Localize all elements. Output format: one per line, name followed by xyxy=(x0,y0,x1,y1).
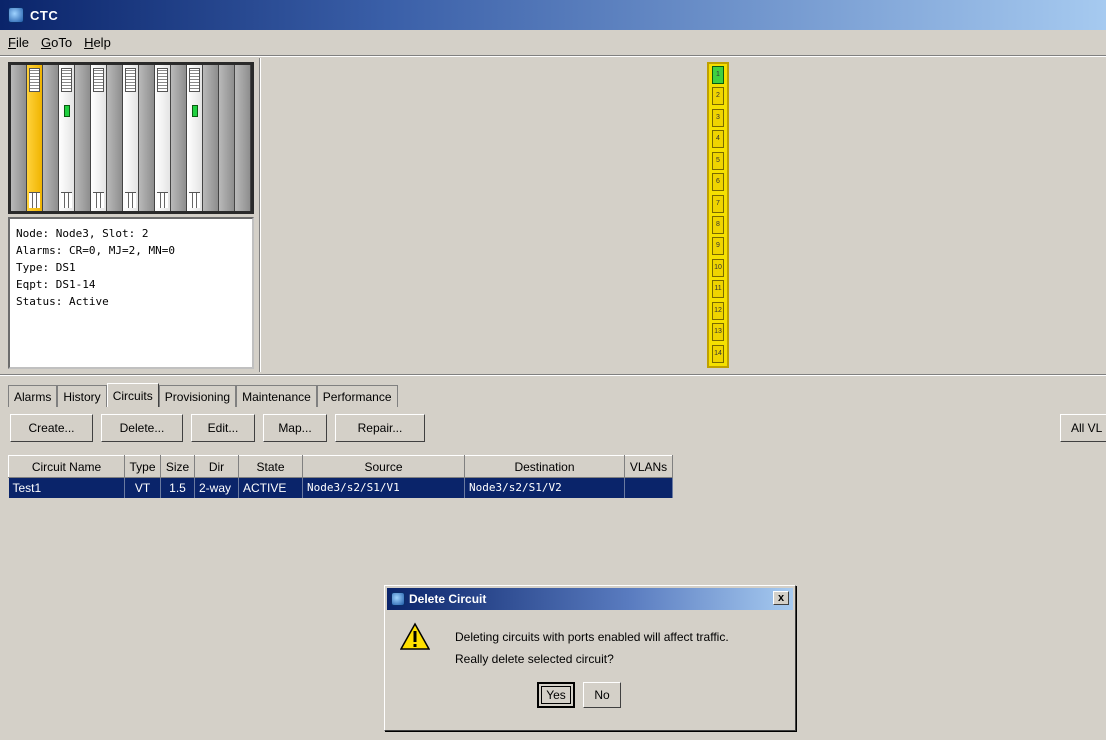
pane-splitter-vertical[interactable] xyxy=(259,58,261,372)
column-header-vlans[interactable]: VLANs xyxy=(624,455,673,478)
column-header-circuit-name[interactable]: Circuit Name xyxy=(8,455,125,478)
info-status: Status: Active xyxy=(16,295,109,308)
port-1[interactable]: 1 xyxy=(712,66,724,84)
shelf-slot-7[interactable] xyxy=(107,65,123,211)
port-4[interactable]: 4 xyxy=(712,130,724,149)
shelf-slot-3[interactable] xyxy=(43,65,59,211)
node-shelf-view xyxy=(8,62,254,214)
status-led-icon xyxy=(191,105,198,117)
port-10[interactable]: 10 xyxy=(712,258,724,277)
menu-goto[interactable]: GoTo xyxy=(41,35,72,50)
cell-vlans xyxy=(624,477,673,498)
map-button[interactable]: Map... xyxy=(263,414,327,442)
shelf-slot-4[interactable] xyxy=(59,65,75,211)
column-header-type[interactable]: Type xyxy=(124,455,161,478)
ctc-app-icon xyxy=(391,592,405,606)
cell-dir: 2-way xyxy=(194,477,239,498)
node-info-panel: Node: Node3, Slot: 2 Alarms: CR=0, MJ=2,… xyxy=(8,217,254,369)
port-7[interactable]: 7 xyxy=(712,194,724,213)
cell-destination: Node3/s2/S1/V2 xyxy=(464,477,625,498)
info-alarms: Alarms: CR=0, MJ=2, MN=0 xyxy=(16,244,175,257)
port-14[interactable]: 14 xyxy=(712,344,724,363)
shelf-slot-8[interactable] xyxy=(123,65,139,211)
create-button[interactable]: Create... xyxy=(10,414,93,442)
circuits-table: Circuit Name Type Size Dir State Source … xyxy=(8,455,673,498)
dialog-title: Delete Circuit xyxy=(409,592,487,606)
status-led-icon xyxy=(63,105,70,117)
shelf-slot-10[interactable] xyxy=(155,65,171,211)
cell-circuit-name: Test1 xyxy=(8,477,125,498)
column-header-source[interactable]: Source xyxy=(302,455,465,478)
column-header-size[interactable]: Size xyxy=(160,455,195,478)
tab-circuits[interactable]: Circuits xyxy=(106,383,159,407)
tab-maintenance[interactable]: Maintenance xyxy=(236,385,317,407)
column-header-state[interactable]: State xyxy=(238,455,303,478)
dialog-message-line-2: Really delete selected circuit? xyxy=(455,652,614,666)
warning-icon xyxy=(400,622,430,650)
column-header-destination[interactable]: Destination xyxy=(464,455,625,478)
table-header-row: Circuit Name Type Size Dir State Source … xyxy=(8,455,673,478)
port-13[interactable]: 13 xyxy=(712,323,724,342)
shelf-slot-11[interactable] xyxy=(171,65,187,211)
menu-bar: File GoTo Help xyxy=(0,30,1106,56)
shelf-slot-13[interactable] xyxy=(203,65,219,211)
close-icon[interactable]: x xyxy=(773,591,789,605)
shelf-slot-9[interactable] xyxy=(139,65,155,211)
ctc-app-icon xyxy=(8,7,24,23)
repair-button[interactable]: Repair... xyxy=(335,414,425,442)
port-11[interactable]: 11 xyxy=(712,280,724,299)
cell-state: ACTIVE xyxy=(238,477,303,498)
port-3[interactable]: 3 xyxy=(712,108,724,127)
window-title-bar[interactable]: CTC xyxy=(0,0,1106,30)
delete-circuit-dialog: Delete Circuit x Deleting circuits with … xyxy=(384,585,796,731)
pane-splitter-horizontal[interactable] xyxy=(0,374,1106,376)
cell-size: 1.5 xyxy=(160,477,195,498)
port-2[interactable]: 2 xyxy=(712,87,724,106)
port-12[interactable]: 12 xyxy=(712,301,724,320)
card-port-strip: 1 2 3 4 5 6 7 8 9 10 11 12 13 14 xyxy=(707,62,729,368)
cell-type: VT xyxy=(124,477,161,498)
info-equipment: Eqpt: DS1-14 xyxy=(16,278,96,291)
table-row[interactable]: Test1 VT 1.5 2-way ACTIVE Node3/s2/S1/V1… xyxy=(8,477,673,498)
column-header-dir[interactable]: Dir xyxy=(194,455,239,478)
menu-help[interactable]: Help xyxy=(84,35,111,50)
info-type: Type: DS1 xyxy=(16,261,76,274)
menu-file[interactable]: File xyxy=(8,35,29,50)
tab-history[interactable]: History xyxy=(57,385,107,407)
delete-button[interactable]: Delete... xyxy=(101,414,183,442)
cell-source: Node3/s2/S1/V1 xyxy=(302,477,465,498)
all-vlans-button[interactable]: All VL xyxy=(1060,414,1106,442)
port-8[interactable]: 8 xyxy=(712,216,724,234)
shelf-slot-1[interactable] xyxy=(11,65,27,211)
tab-bar: Alarms History Circuits Provisioning Mai… xyxy=(8,383,398,407)
shelf-slot-12[interactable] xyxy=(187,65,203,211)
tab-alarms[interactable]: Alarms xyxy=(8,385,58,407)
dialog-title-bar[interactable]: Delete Circuit xyxy=(387,588,793,610)
shelf-slot-14[interactable] xyxy=(219,65,235,211)
no-button[interactable]: No xyxy=(583,682,621,708)
tab-provisioning[interactable]: Provisioning xyxy=(158,385,237,407)
shelf-slot-5[interactable] xyxy=(75,65,91,211)
shelf-slot-2[interactable] xyxy=(27,65,43,211)
window-title: CTC xyxy=(30,7,59,23)
edit-button[interactable]: Edit... xyxy=(191,414,255,442)
port-5[interactable]: 5 xyxy=(712,151,724,170)
dialog-message: Deleting circuits with ports enabled wil… xyxy=(455,626,729,670)
port-9[interactable]: 9 xyxy=(712,237,724,256)
dialog-message-line-1: Deleting circuits with ports enabled wil… xyxy=(455,630,729,644)
info-node-slot: Node: Node3, Slot: 2 xyxy=(16,227,149,240)
tab-performance[interactable]: Performance xyxy=(316,385,398,407)
dialog-button-row: Yes No xyxy=(537,682,629,708)
shelf-slot-15[interactable] xyxy=(235,65,251,211)
shelf-slot-6[interactable] xyxy=(91,65,107,211)
port-6[interactable]: 6 xyxy=(712,173,724,192)
yes-button[interactable]: Yes xyxy=(537,682,575,708)
circuit-toolbar: Create... Delete... Edit... Map... Repai… xyxy=(10,414,433,442)
